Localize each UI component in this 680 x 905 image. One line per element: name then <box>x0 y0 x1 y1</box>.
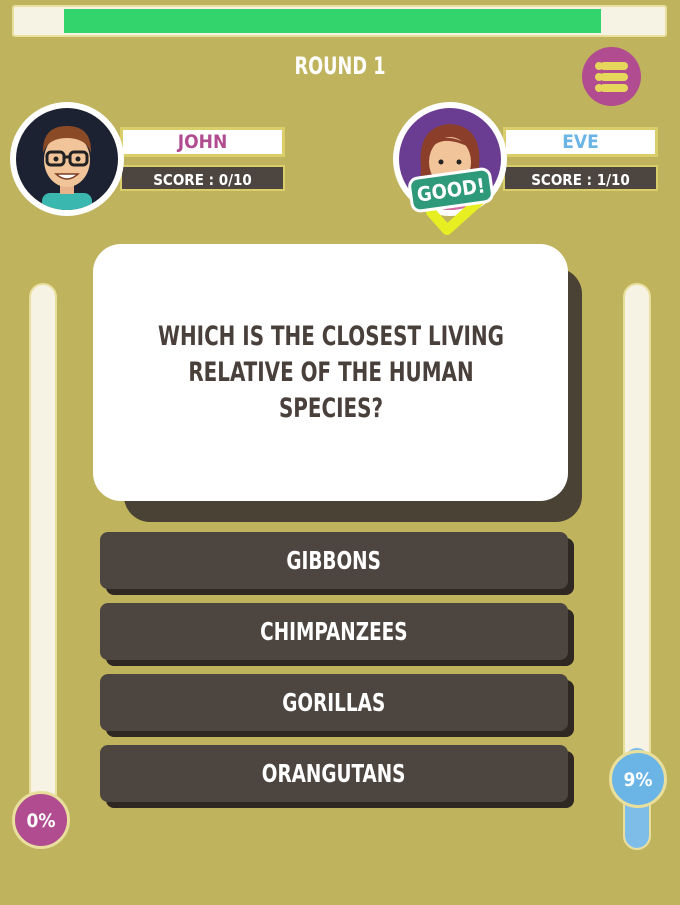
answer-label: CHIMPANZEES <box>260 617 408 646</box>
answer-button-4[interactable]: ORANGUTANS <box>100 745 568 802</box>
question-text: WHICH IS THE CLOSEST LIVING RELATIVE OF … <box>157 320 504 424</box>
answer-button-3[interactable]: GORILLAS <box>100 674 568 731</box>
player-score: SCORE : 0/10 <box>120 165 285 191</box>
player-card-eve: EVE SCORE : 1/10 GOOD! <box>393 102 663 242</box>
progress-percent-eve: 9% <box>609 750 667 808</box>
timer-bar-fill <box>64 9 601 33</box>
timer-bar <box>12 5 667 37</box>
player-progress-bar-john <box>29 283 57 833</box>
player-card-john: JOHN SCORE : 0/10 <box>10 102 285 222</box>
player-score: SCORE : 1/10 <box>503 165 658 191</box>
man-avatar-icon <box>42 126 92 210</box>
player-name: JOHN <box>120 127 285 157</box>
question-card: WHICH IS THE CLOSEST LIVING RELATIVE OF … <box>93 244 568 501</box>
feedback-badge: GOOD! <box>405 166 497 238</box>
player-name: EVE <box>503 127 658 157</box>
answer-label: GIBBONS <box>286 546 382 575</box>
menu-button[interactable] <box>582 47 641 106</box>
answer-label: GORILLAS <box>282 688 386 717</box>
avatar <box>10 102 124 216</box>
progress-percent-john: 0% <box>12 791 70 849</box>
round-title: ROUND 1 <box>294 52 386 80</box>
answer-button-1[interactable]: GIBBONS <box>100 532 568 589</box>
answer-button-2[interactable]: CHIMPANZEES <box>100 603 568 660</box>
answer-label: ORANGUTANS <box>262 759 406 788</box>
